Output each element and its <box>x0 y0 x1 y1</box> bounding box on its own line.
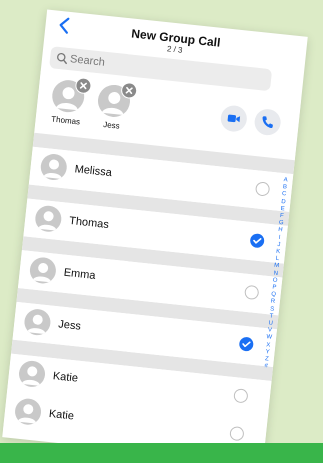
close-icon[interactable] <box>120 81 138 100</box>
contact-name: Thomas <box>68 214 110 232</box>
avatar <box>23 307 52 337</box>
select-checkbox[interactable] <box>238 336 254 352</box>
contact-name: Katie <box>48 407 75 423</box>
selected-chip[interactable]: Jess <box>88 81 138 141</box>
voice-call-button[interactable] <box>253 107 282 137</box>
select-checkbox[interactable] <box>233 388 249 404</box>
screenshot-stage: New Group Call 2 / 3 Search Thomas Jess … <box>0 0 323 463</box>
phone-screen: New Group Call 2 / 3 Search Thomas Jess … <box>2 9 308 463</box>
select-checkbox[interactable] <box>254 181 271 197</box>
select-checkbox[interactable] <box>249 233 265 249</box>
contact-name: Jess <box>57 318 82 333</box>
avatar <box>39 152 69 182</box>
contact-name: Katie <box>52 370 79 385</box>
avatar <box>17 359 47 389</box>
contact-name: Emma <box>63 266 97 282</box>
checkmark-icon <box>249 234 265 252</box>
index-letter[interactable]: W <box>264 334 275 342</box>
contact-list: Melissa Thomas Emma Jess Katie Katie <box>3 132 295 457</box>
selected-chip[interactable]: Thomas <box>42 76 93 136</box>
avatar <box>13 397 43 426</box>
chip-name: Jess <box>102 119 121 131</box>
select-checkbox[interactable] <box>229 425 245 442</box>
video-call-button[interactable] <box>219 104 249 133</box>
green-banner <box>0 443 323 463</box>
avatar <box>34 204 63 234</box>
avatar <box>28 256 58 285</box>
search-icon <box>56 51 69 65</box>
close-icon[interactable] <box>74 76 93 95</box>
index-letter[interactable]: # <box>261 363 272 371</box>
checkmark-icon <box>238 337 254 355</box>
select-checkbox[interactable] <box>244 284 260 301</box>
contact-name: Melissa <box>74 163 113 180</box>
